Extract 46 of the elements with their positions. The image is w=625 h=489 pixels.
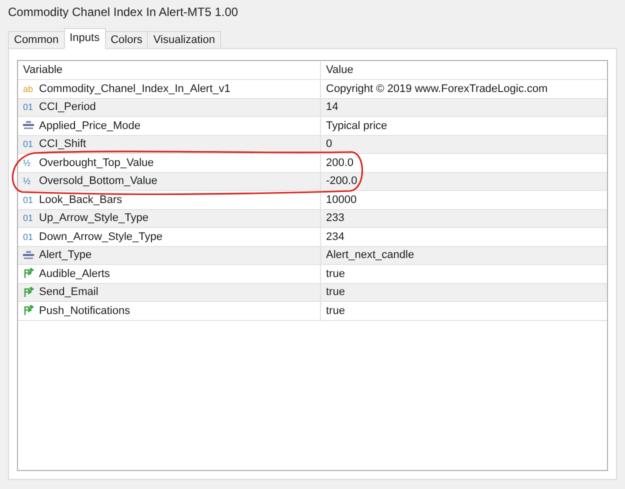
variable-value: Copyright © 2019 www.ForexTradeLogic.com	[326, 82, 548, 95]
variable-name: Alert_Type	[39, 249, 92, 262]
variable-name: Overbought_Top_Value	[39, 156, 154, 169]
variable-value: 233	[326, 212, 344, 224]
variable-name: Send_Email	[39, 286, 98, 298]
type-icon: 01	[23, 102, 35, 112]
variable-value: 0	[326, 138, 332, 150]
type-icon: ½	[23, 158, 35, 168]
variable-value: true	[326, 286, 345, 298]
variable-name: Look_Back_Bars	[39, 194, 122, 206]
column-header: Variable	[18, 61, 321, 79]
variable-value: true	[326, 268, 345, 280]
tab[interactable]: Inputs	[64, 28, 106, 49]
type-icon: 01	[23, 232, 35, 242]
variable-name: Push_Notifications	[39, 304, 130, 317]
tab[interactable]: Colors	[104, 31, 148, 49]
list-icon	[23, 250, 34, 260]
variable-name: Applied_Price_Mode	[39, 120, 141, 132]
variable-value: 14	[326, 101, 338, 114]
type-icon: 01	[23, 213, 35, 224]
variable-name: CCI_Period	[39, 101, 96, 114]
variable-value: 200.0	[326, 156, 354, 169]
window-title: Commodity Chanel Index In Alert-MT5 1.00	[8, 4, 240, 21]
type-icon: 01	[23, 139, 35, 150]
type-icon: 01	[23, 194, 35, 205]
variable-value: -200.0	[326, 175, 358, 188]
variable-value: 10000	[326, 194, 357, 206]
arrow-icon	[23, 268, 35, 280]
arrow-icon	[23, 286, 35, 298]
variable-name: Commodity_Chanel_Index_In_Alert_v1	[39, 82, 230, 95]
variable-value: Alert_next_candle	[326, 249, 414, 262]
type-icon: ½	[23, 176, 35, 186]
arrow-icon	[23, 305, 35, 316]
variable-name: Audible_Alerts	[39, 268, 110, 280]
variable-value: 234	[326, 230, 344, 243]
tab[interactable]: Visualization	[147, 31, 221, 49]
tab[interactable]: Common	[8, 31, 65, 49]
variable-name: CCI_Shift	[39, 138, 86, 150]
list-icon	[23, 121, 34, 130]
type-icon: ab	[23, 84, 35, 94]
variable-name: Oversold_Bottom_Value	[39, 175, 158, 188]
variable-value: Typical price	[326, 120, 388, 132]
variable-value: true	[326, 304, 345, 317]
variable-name: Up_Arrow_Style_Type	[39, 212, 148, 224]
column-header: Value	[325, 63, 354, 78]
variable-name: Down_Arrow_Style_Type	[39, 230, 163, 243]
